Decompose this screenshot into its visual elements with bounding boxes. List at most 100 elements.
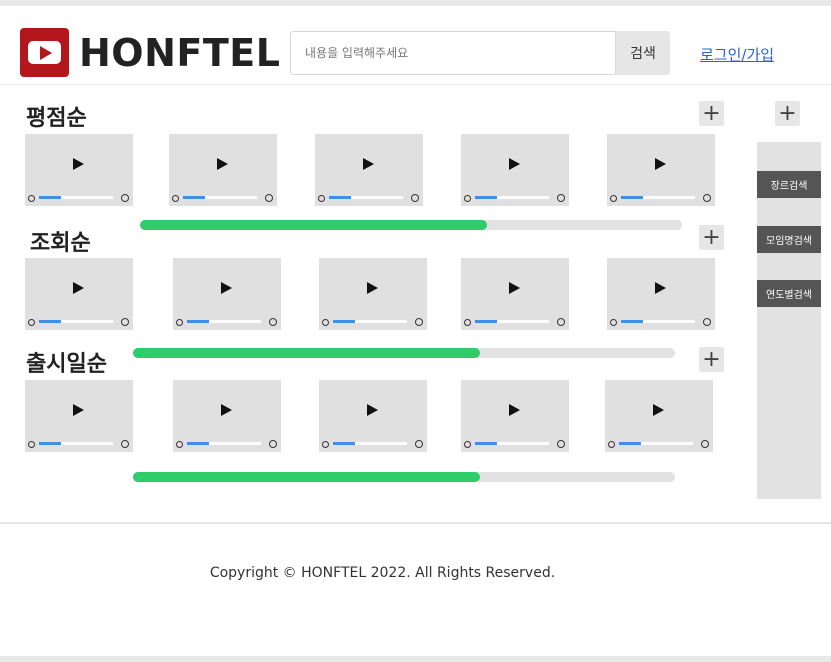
- search-input[interactable]: [290, 31, 616, 75]
- settings-icon[interactable]: [701, 440, 709, 448]
- login-link[interactable]: 로그인/가입: [700, 44, 774, 65]
- carousel-progress[interactable]: [133, 348, 675, 358]
- video-card[interactable]: [25, 258, 133, 330]
- seek-bar[interactable]: [39, 442, 113, 445]
- settings-icon[interactable]: [557, 318, 565, 326]
- add-button-rating[interactable]: +: [699, 101, 724, 126]
- video-card[interactable]: [319, 258, 427, 330]
- seek-bar[interactable]: [333, 320, 407, 323]
- settings-icon[interactable]: [265, 194, 273, 202]
- add-button-views[interactable]: +: [699, 225, 724, 250]
- play-icon[interactable]: [221, 404, 232, 416]
- play-icon[interactable]: [73, 282, 84, 294]
- volume-icon[interactable]: [176, 319, 183, 326]
- play-icon[interactable]: [221, 282, 232, 294]
- play-icon[interactable]: [367, 282, 378, 294]
- play-icon[interactable]: [655, 282, 666, 294]
- seek-bar-fill: [619, 442, 642, 445]
- volume-icon[interactable]: [28, 195, 35, 202]
- settings-icon[interactable]: [415, 318, 423, 326]
- volume-icon[interactable]: [608, 441, 615, 448]
- footer-divider: [0, 522, 831, 524]
- play-icon[interactable]: [217, 158, 228, 170]
- seek-bar-fill: [187, 442, 210, 445]
- video-card[interactable]: [173, 380, 281, 452]
- video-card[interactable]: [25, 380, 133, 452]
- play-icon[interactable]: [509, 158, 520, 170]
- video-card[interactable]: [169, 134, 277, 206]
- genre-search-button[interactable]: 장르검색: [757, 171, 821, 198]
- video-card[interactable]: [461, 258, 569, 330]
- seek-bar-fill: [187, 320, 210, 323]
- video-card[interactable]: [319, 380, 427, 452]
- seek-bar[interactable]: [39, 320, 113, 323]
- seek-bar[interactable]: [619, 442, 693, 445]
- settings-icon[interactable]: [415, 440, 423, 448]
- bottom-border: [0, 656, 831, 662]
- video-card[interactable]: [607, 134, 715, 206]
- group-search-button[interactable]: 모임명검색: [757, 226, 821, 253]
- volume-icon[interactable]: [610, 319, 617, 326]
- seek-bar[interactable]: [621, 320, 695, 323]
- seek-bar-fill: [475, 320, 498, 323]
- seek-bar[interactable]: [329, 196, 403, 199]
- volume-icon[interactable]: [176, 441, 183, 448]
- volume-icon[interactable]: [610, 195, 617, 202]
- play-icon[interactable]: [509, 282, 520, 294]
- search-button[interactable]: 검색: [616, 31, 670, 75]
- settings-icon[interactable]: [557, 440, 565, 448]
- seek-bar-fill: [183, 196, 206, 199]
- seek-bar-fill: [329, 196, 352, 199]
- video-card[interactable]: [315, 134, 423, 206]
- seek-bar[interactable]: [333, 442, 407, 445]
- logo[interactable]: HONFTEL: [20, 28, 280, 77]
- year-search-button[interactable]: 연도별검색: [757, 280, 821, 307]
- seek-bar[interactable]: [187, 320, 261, 323]
- add-button-release[interactable]: +: [699, 347, 724, 372]
- volume-icon[interactable]: [28, 319, 35, 326]
- seek-bar[interactable]: [39, 196, 113, 199]
- play-icon[interactable]: [655, 158, 666, 170]
- volume-icon[interactable]: [318, 195, 325, 202]
- sidebar: 장르검색 모임명검색 연도별검색: [757, 142, 821, 499]
- settings-icon[interactable]: [269, 318, 277, 326]
- volume-icon[interactable]: [464, 319, 471, 326]
- volume-icon[interactable]: [464, 441, 471, 448]
- seek-bar[interactable]: [475, 442, 549, 445]
- video-card[interactable]: [25, 134, 133, 206]
- video-card[interactable]: [461, 380, 569, 452]
- settings-icon[interactable]: [121, 318, 129, 326]
- play-icon[interactable]: [509, 404, 520, 416]
- play-icon[interactable]: [367, 404, 378, 416]
- volume-icon[interactable]: [28, 441, 35, 448]
- video-card[interactable]: [173, 258, 281, 330]
- carousel-progress[interactable]: [133, 472, 675, 482]
- volume-icon[interactable]: [322, 441, 329, 448]
- seek-bar[interactable]: [183, 196, 257, 199]
- play-icon[interactable]: [73, 158, 84, 170]
- seek-bar[interactable]: [475, 320, 549, 323]
- settings-icon[interactable]: [121, 194, 129, 202]
- carousel-progress[interactable]: [140, 220, 682, 230]
- settings-icon[interactable]: [557, 194, 565, 202]
- volume-icon[interactable]: [172, 195, 179, 202]
- seek-bar-fill: [475, 442, 498, 445]
- seek-bar-fill: [333, 442, 356, 445]
- video-card[interactable]: [605, 380, 713, 452]
- sidebar-add-button[interactable]: +: [775, 101, 800, 126]
- video-card[interactable]: [607, 258, 715, 330]
- settings-icon[interactable]: [703, 318, 711, 326]
- video-card[interactable]: [461, 134, 569, 206]
- settings-icon[interactable]: [269, 440, 277, 448]
- volume-icon[interactable]: [322, 319, 329, 326]
- play-icon[interactable]: [73, 404, 84, 416]
- play-icon[interactable]: [653, 404, 664, 416]
- seek-bar[interactable]: [187, 442, 261, 445]
- volume-icon[interactable]: [464, 195, 471, 202]
- settings-icon[interactable]: [703, 194, 711, 202]
- settings-icon[interactable]: [411, 194, 419, 202]
- settings-icon[interactable]: [121, 440, 129, 448]
- play-icon[interactable]: [363, 158, 374, 170]
- seek-bar[interactable]: [475, 196, 549, 199]
- seek-bar[interactable]: [621, 196, 695, 199]
